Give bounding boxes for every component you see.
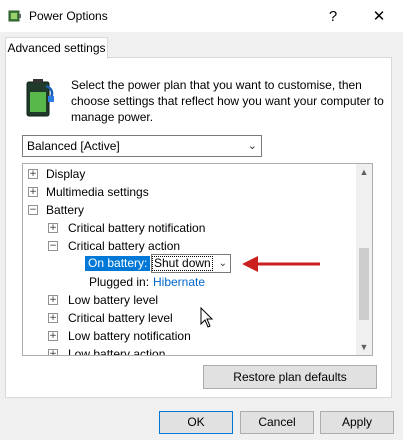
collapse-icon[interactable]: − [48, 241, 58, 251]
tree-scrollbar[interactable]: ▲ ▼ [356, 164, 372, 355]
description-text: Select the power plan that you want to c… [71, 78, 384, 124]
expand-icon[interactable]: + [48, 313, 58, 323]
expand-icon[interactable]: + [48, 295, 58, 305]
tree-item-label: Low battery notification [68, 329, 191, 343]
expand-icon[interactable]: + [48, 223, 58, 233]
close-button[interactable]: ✕ [362, 2, 396, 30]
power-plan-value: Balanced [Active] [27, 139, 120, 153]
collapse-icon[interactable]: − [28, 205, 38, 215]
plugged-in-value-link[interactable]: Hibernate [153, 274, 205, 290]
on-battery-value: Shut down [152, 256, 213, 271]
expand-icon[interactable]: + [48, 331, 58, 341]
cancel-button[interactable]: Cancel [240, 411, 314, 434]
chevron-down-icon: ⌄ [247, 140, 257, 152]
power-plan-select[interactable]: Balanced [Active] ⌄ [22, 135, 262, 157]
expand-icon[interactable]: + [28, 187, 38, 197]
ok-button[interactable]: OK [159, 411, 233, 434]
scroll-up-arrow-icon[interactable]: ▲ [356, 164, 372, 180]
tab-advanced-settings[interactable]: Advanced settings [5, 37, 108, 59]
restore-plan-defaults-button[interactable]: Restore plan defaults [203, 365, 377, 389]
power-options-icon [8, 10, 21, 22]
on-battery-select[interactable]: Shut down ⌄ [151, 254, 231, 273]
scroll-down-arrow-icon[interactable]: ▼ [356, 339, 372, 355]
expand-icon[interactable]: + [48, 349, 58, 355]
tree-item-label: Low battery action [68, 347, 166, 356]
red-arrow-icon [242, 256, 320, 272]
tree-item-label: Battery [46, 203, 85, 217]
tree-item-label: Critical battery notification [68, 221, 206, 235]
chevron-down-icon: ⌄ [218, 258, 227, 269]
tree-item-label: Critical battery level [68, 311, 173, 325]
scrollbar-thumb[interactable] [359, 248, 369, 320]
plugged-in-label: Plugged in: [89, 275, 150, 289]
mouse-cursor-icon [200, 307, 214, 328]
window-title: Power Options [29, 9, 108, 23]
apply-button[interactable]: Apply [320, 411, 394, 434]
help-button[interactable]: ? [318, 2, 348, 30]
expand-icon[interactable]: + [28, 169, 38, 179]
battery-plug-icon [26, 79, 54, 117]
tree-item-label: Critical battery action [68, 239, 181, 253]
tree-item-label: Low battery level [68, 293, 159, 307]
tree-item-label: Display [46, 167, 86, 181]
on-battery-label: On battery: [85, 256, 151, 271]
title-bar: Power Options ? ✕ [0, 0, 403, 32]
tree-item-label: Multimedia settings [46, 185, 149, 199]
